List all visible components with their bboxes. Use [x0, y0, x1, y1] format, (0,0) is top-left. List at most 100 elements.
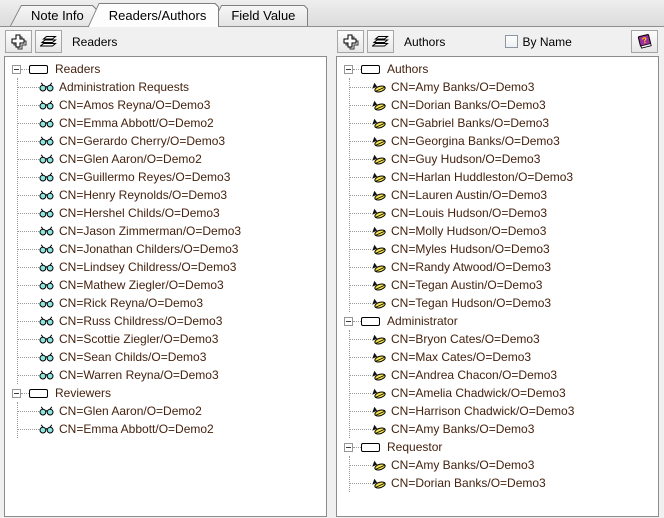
tree-group-header[interactable]: Requestor: [342, 438, 656, 456]
quill-icon: [371, 298, 386, 309]
tree-item[interactable]: CN=Harrison Chadwick/O=Demo3: [350, 402, 656, 420]
tree-item[interactable]: CN=Amelia Chadwick/O=Demo3: [350, 384, 656, 402]
quill-icon: [371, 262, 386, 273]
tree-item[interactable]: CN=Russ Childress/O=Demo3: [18, 312, 324, 330]
readers-toolbar: Readers: [4, 28, 327, 56]
quill-icon: [371, 208, 386, 219]
tree-item[interactable]: CN=Andrea Chacon/O=Demo3: [350, 366, 656, 384]
tree-item[interactable]: CN=Bryon Cates/O=Demo3: [350, 330, 656, 348]
glasses-icon: [39, 280, 54, 290]
tab-readers-authors[interactable]: Readers/Authors: [88, 3, 220, 27]
tree-item[interactable]: CN=Glen Aaron/O=Demo2: [18, 402, 324, 420]
tree-connector: [349, 177, 371, 178]
tree-group-children: CN=Amy Banks/O=Demo3CN=Dorian Banks/O=De…: [349, 78, 656, 312]
readers-panel: Readers Readers Administration Requests CN…: [4, 28, 327, 517]
item-label: CN=Amy Banks/O=Demo3: [391, 422, 534, 436]
quill-icon: [371, 424, 386, 435]
item-label: Administration Requests: [59, 80, 189, 94]
tree-item[interactable]: CN=Jonathan Childers/O=Demo3: [18, 240, 324, 258]
tree-item[interactable]: CN=Molly Hudson/O=Demo3: [350, 222, 656, 240]
stack-button[interactable]: [367, 30, 394, 53]
tree-item[interactable]: CN=Tegan Hudson/O=Demo3: [350, 294, 656, 312]
tree-item[interactable]: CN=Tegan Austin/O=Demo3: [350, 276, 656, 294]
tree-item[interactable]: CN=Warren Reyna/O=Demo3: [18, 366, 324, 384]
tab-note-info[interactable]: Note Info: [10, 5, 97, 26]
readers-tree[interactable]: Readers Administration Requests CN=Amos Re…: [4, 56, 327, 517]
tab-label: Readers/Authors: [88, 3, 220, 23]
tree-connector: [349, 429, 371, 430]
tree-item[interactable]: CN=Scottie Ziegler/O=Demo3: [18, 330, 324, 348]
tree-item[interactable]: CN=Dorian Banks/O=Demo3: [350, 96, 656, 114]
tree-item[interactable]: CN=Amy Banks/O=Demo3: [350, 420, 656, 438]
add-button[interactable]: [337, 30, 364, 53]
tree-group-header[interactable]: Readers: [10, 60, 324, 78]
item-label: CN=Mathew Ziegler/O=Demo3: [59, 278, 224, 292]
tree-item[interactable]: CN=Jason Zimmerman/O=Demo3: [18, 222, 324, 240]
tree-item[interactable]: CN=Glen Aaron/O=Demo2: [18, 150, 324, 168]
panel-title: Authors: [404, 35, 445, 49]
tree-connector: [349, 303, 371, 304]
tree-item[interactable]: CN=Amos Reyna/O=Demo3: [18, 96, 324, 114]
authors-tree[interactable]: AuthorsCN=Amy Banks/O=Demo3CN=Dorian Ban…: [336, 56, 659, 517]
glasses-icon: [39, 190, 54, 200]
tab-field-value[interactable]: Field Value: [210, 5, 308, 26]
tree-group: AdministratorCN=Bryon Cates/O=Demo3CN=Ma…: [342, 312, 656, 438]
tree-item[interactable]: CN=Sean Childs/O=Demo3: [18, 348, 324, 366]
tree-connector: [349, 375, 371, 376]
tree-group-header[interactable]: Administrator: [342, 312, 656, 330]
by-name-checkbox[interactable]: By Name: [505, 35, 572, 49]
collapse-toggle-icon[interactable]: [344, 317, 353, 326]
tree-group-header[interactable]: Authors: [342, 60, 656, 78]
item-label: CN=Guy Hudson/O=Demo3: [391, 152, 540, 166]
tree-item[interactable]: CN=Amy Banks/O=Demo3: [350, 456, 656, 474]
tree-item[interactable]: CN=Emma Abbott/O=Demo2: [18, 420, 324, 438]
tree-item[interactable]: CN=Lauren Austin/O=Demo3: [350, 186, 656, 204]
tree-item[interactable]: CN=Max Cates/O=Demo3: [350, 348, 656, 366]
tree-item[interactable]: Administration Requests: [18, 78, 324, 96]
tree-item[interactable]: CN=Dorian Banks/O=Demo3: [350, 474, 656, 492]
tree-item[interactable]: CN=Gabriel Banks/O=Demo3: [350, 114, 656, 132]
tree-item[interactable]: CN=Hershel Childs/O=Demo3: [18, 204, 324, 222]
tree-item[interactable]: CN=Guy Hudson/O=Demo3: [350, 150, 656, 168]
quill-icon: [371, 190, 386, 201]
collapse-toggle-icon[interactable]: [344, 443, 353, 452]
collapse-toggle-icon[interactable]: [12, 65, 21, 74]
tree-item[interactable]: CN=Henry Reynolds/O=Demo3: [18, 186, 324, 204]
tree-item[interactable]: CN=Mathew Ziegler/O=Demo3: [18, 276, 324, 294]
tree-item[interactable]: CN=Myles Hudson/O=Demo3: [350, 240, 656, 258]
tree-connector: [349, 141, 371, 142]
tree-item[interactable]: CN=Rick Reyna/O=Demo3: [18, 294, 324, 312]
quill-icon: [371, 280, 386, 291]
checkbox-box[interactable]: [505, 35, 518, 48]
glasses-icon: [39, 370, 54, 380]
quill-icon: [371, 370, 386, 381]
stack-button[interactable]: [35, 30, 62, 53]
authors-toolbar: Authors By Name ?: [336, 28, 659, 56]
collapse-toggle-icon[interactable]: [344, 65, 353, 74]
tree-item[interactable]: CN=Harlan Huddleston/O=Demo3: [350, 168, 656, 186]
book-icon: ?: [635, 33, 654, 50]
tree-group-header[interactable]: Reviewers: [10, 384, 324, 402]
item-label: CN=Myles Hudson/O=Demo3: [391, 242, 550, 256]
tree-item[interactable]: CN=Randy Atwood/O=Demo3: [350, 258, 656, 276]
tree-item[interactable]: CN=Georgina Banks/O=Demo3: [350, 132, 656, 150]
tree-item[interactable]: CN=Emma Abbott/O=Demo2: [18, 114, 324, 132]
glasses-icon: [39, 226, 54, 236]
item-label: CN=Hershel Childs/O=Demo3: [59, 206, 220, 220]
tree-group: Requestor CN=Amy Banks/O=Demo3CN=Dorian B…: [342, 438, 656, 492]
add-button[interactable]: [5, 30, 32, 53]
tree-connector: [17, 159, 39, 160]
tree-item[interactable]: CN=Guillermo Reyes/O=Demo3: [18, 168, 324, 186]
help-book-button[interactable]: ?: [631, 30, 658, 53]
collapse-toggle-icon[interactable]: [12, 389, 21, 398]
tree-item[interactable]: CN=Gerardo Cherry/O=Demo3: [18, 132, 324, 150]
tree-connector: [17, 123, 39, 124]
tree-connector: [353, 447, 361, 448]
glasses-icon: [39, 334, 54, 344]
glasses-icon: [39, 352, 54, 362]
group-label: Requestor: [387, 440, 442, 454]
tree-item[interactable]: CN=Lindsey Childress/O=Demo3: [18, 258, 324, 276]
tree-item[interactable]: CN=Amy Banks/O=Demo3: [350, 78, 656, 96]
tree-item[interactable]: CN=Louis Hudson/O=Demo3: [350, 204, 656, 222]
tree-connector: [349, 339, 371, 340]
